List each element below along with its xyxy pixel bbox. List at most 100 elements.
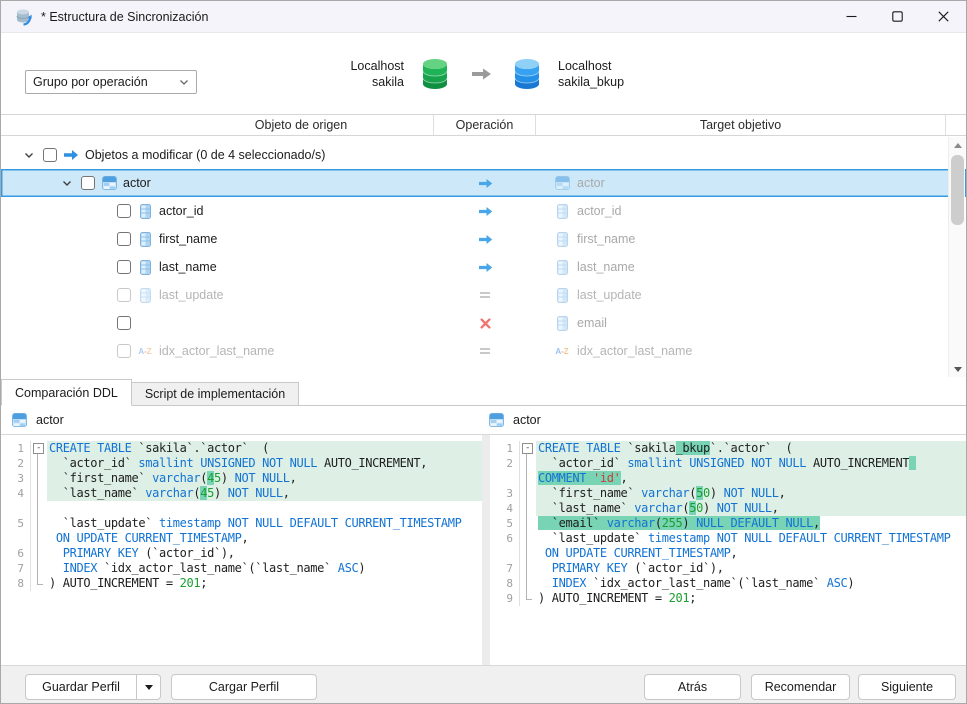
target-cell: actor_id [554, 197, 621, 225]
scrollbar-thumb[interactable] [951, 155, 964, 225]
target-cell: A-Z idx_actor_last_name [554, 337, 692, 365]
operation-cell [434, 253, 536, 281]
target-object-label: last_name [577, 260, 635, 274]
field-icon [554, 316, 570, 331]
tree-row[interactable]: email [1, 309, 966, 337]
target-object-label: actor_id [577, 204, 621, 218]
database-green-icon [420, 58, 450, 90]
structure-sync-dialog: * Estructura de Sincronización Grupo por… [0, 0, 967, 704]
index-az-icon: A-Z [137, 347, 153, 356]
tab-deployment-script[interactable]: Script de implementación [131, 382, 299, 406]
table-icon [11, 413, 27, 427]
next-button[interactable]: Siguiente [858, 674, 956, 700]
index-az-icon: A-Z [554, 347, 570, 356]
target-object-label: first_name [577, 232, 635, 246]
column-header-operation[interactable]: Operación [434, 115, 536, 135]
tree-row[interactable]: first_namefirst_name [1, 225, 966, 253]
save-profile-button[interactable]: Guardar Perfil [26, 675, 136, 699]
source-db: sakila [296, 74, 404, 90]
column-header-target[interactable]: Target objetivo [536, 115, 946, 135]
op-equal-icon [477, 291, 493, 299]
code-line: 3 `first_name` varchar(50) NOT NULL, [490, 486, 966, 501]
dropdown-arrow-icon [179, 79, 189, 86]
source-object-label: idx_actor_last_name [159, 344, 274, 358]
tree-row[interactable]: last_namelast_name [1, 253, 966, 281]
minimize-button[interactable] [828, 1, 874, 33]
object-tree: Objetos a modificar (0 de 4 seleccionado… [1, 136, 966, 378]
row-checkbox[interactable] [117, 260, 131, 274]
source-object-label: actor_id [159, 204, 203, 218]
save-profile-dropdown[interactable] [136, 675, 160, 699]
field-icon [554, 204, 570, 219]
transfer-arrow-icon [470, 66, 492, 82]
group-by-select[interactable]: Grupo por operación [25, 70, 197, 94]
maximize-button[interactable] [874, 1, 920, 33]
code-line: 8) AUTO_INCREMENT = 201; [1, 576, 482, 591]
close-button[interactable] [920, 1, 966, 33]
code-line: 7 INDEX `idx_actor_last_name`(`last_name… [1, 561, 482, 576]
row-checkbox[interactable] [81, 176, 95, 190]
row-checkbox[interactable] [117, 204, 131, 218]
scroll-up-button[interactable] [949, 137, 966, 153]
row-checkbox[interactable] [117, 232, 131, 246]
tree-row[interactable]: actoractor [1, 169, 966, 197]
tree-row[interactable]: Objetos a modificar (0 de 4 seleccionado… [1, 141, 966, 169]
row-checkbox[interactable] [117, 316, 131, 330]
op-arrow-icon [477, 178, 493, 189]
target-cell: last_name [554, 253, 635, 281]
tab-ddl-comparison[interactable]: Comparación DDL [1, 379, 132, 406]
code-line: 1CREATE TABLE `sakila`.`actor` ( [1, 441, 482, 456]
code-line: 4 `last_name` varchar(50) NOT NULL, [490, 501, 966, 516]
scroll-down-button[interactable] [949, 361, 966, 377]
recommend-button[interactable]: Recomendar [751, 674, 850, 700]
column-header-source[interactable]: Objeto de origen [1, 115, 434, 135]
row-checkbox[interactable] [117, 344, 131, 358]
tree-row[interactable]: A-Z idx_actor_last_name A-Z idx_actor_last_… [1, 337, 966, 365]
minimize-icon [846, 11, 857, 22]
op-arrow-icon [477, 262, 493, 273]
row-checkbox[interactable] [117, 288, 131, 302]
field-icon [137, 260, 153, 275]
column-header-spacer [946, 115, 966, 135]
target-object-label: last_update [577, 288, 642, 302]
target-ddl-editor[interactable]: 1CREATE TABLE `sakila_bkup`.`actor` (2 `… [490, 435, 966, 667]
code-line: 2 `actor_id` smallint UNSIGNED NOT NULL … [490, 456, 966, 471]
field-icon [554, 288, 570, 303]
save-profile-split-button: Guardar Perfil [25, 674, 161, 700]
field-icon [554, 260, 570, 275]
target-cell: email [554, 309, 607, 337]
app-sync-icon [14, 8, 32, 26]
operation-cell [434, 225, 536, 253]
source-object-label: Objetos a modificar (0 de 4 seleccionado… [85, 148, 325, 162]
tree-row[interactable]: last_updatelast_update [1, 281, 966, 309]
group-by-value: Grupo por operación [33, 75, 179, 89]
code-line: 1CREATE TABLE `sakila_bkup`.`actor` ( [490, 441, 966, 456]
tab-bar: Comparación DDLScript de implementación [1, 378, 966, 406]
field-icon [137, 288, 153, 303]
row-checkbox[interactable] [43, 148, 57, 162]
source-object-label: actor [123, 176, 151, 190]
maximize-icon [892, 11, 903, 22]
tree-scrollbar[interactable] [948, 137, 965, 377]
chevron-down-icon[interactable] [59, 180, 75, 187]
close-icon [938, 11, 949, 22]
code-line: 7 PRIMARY KEY (`actor_id`), [490, 561, 966, 576]
back-button[interactable]: Atrás [644, 674, 741, 700]
table-icon [488, 413, 504, 427]
load-profile-button[interactable]: Cargar Perfil [171, 674, 317, 700]
target-panel-title: actor [513, 413, 541, 427]
table-icon [554, 176, 570, 190]
operation-cell [434, 337, 536, 365]
source-ddl-editor[interactable]: 1CREATE TABLE `sakila`.`actor` (2 `actor… [1, 435, 482, 667]
code-line: 6 `last_update` timestamp NOT NULL DEFAU… [490, 531, 966, 546]
tree-row[interactable]: actor_id actor_id [1, 197, 966, 225]
panel-divider [482, 435, 490, 667]
code-line: ON UPDATE CURRENT_TIMESTAMP, [1, 531, 482, 546]
chevron-down-icon[interactable] [21, 152, 37, 159]
panel-headers: actor actor [1, 406, 966, 435]
target-object-label: idx_actor_last_name [577, 344, 692, 358]
target-object-label: email [577, 316, 607, 330]
operation-cell [434, 169, 536, 197]
operation-cell [434, 281, 536, 309]
source-panel-title: actor [36, 413, 64, 427]
